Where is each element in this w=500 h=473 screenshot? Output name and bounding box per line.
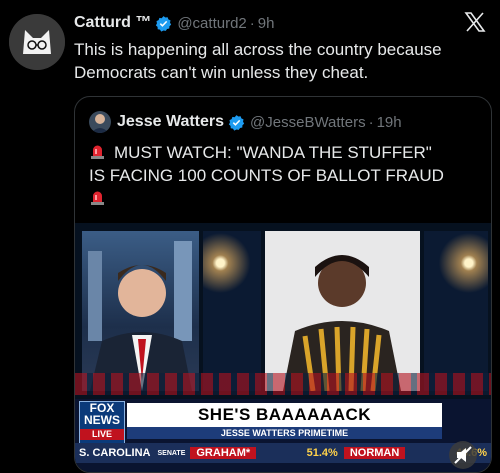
- tweet-header: Catturd ™ @catturd2 · 9h: [74, 12, 274, 34]
- studio-light-panel: [203, 231, 261, 391]
- show-name: JESSE WATTERS PRIMETIME: [127, 427, 442, 439]
- ticker-state: S. CAROLINA: [75, 447, 155, 459]
- author-handle[interactable]: @catturd2: [177, 15, 246, 32]
- quoted-author-name[interactable]: Jesse Watters: [117, 113, 224, 131]
- ticker-candidate-2: NORMAN: [343, 447, 406, 459]
- live-badge: LIVE: [80, 429, 124, 440]
- quoted-tweet-timestamp[interactable]: 19h: [377, 114, 402, 131]
- quoted-author-handle[interactable]: @JesseBWatters: [250, 114, 366, 131]
- logo-line-2: NEWS: [84, 413, 120, 427]
- election-ticker: S. CAROLINA SENATE GRAHAM* 51.4% NORMAN …: [75, 443, 491, 463]
- host-video-panel: [82, 231, 199, 391]
- author-name[interactable]: Catturd ™: [74, 14, 151, 32]
- quoted-tweet[interactable]: Jesse Watters @JesseBWatters · 19h MUST …: [74, 96, 492, 473]
- backdrop-stripes: [75, 373, 491, 395]
- author-avatar[interactable]: [9, 14, 65, 70]
- quoted-text-line-1: MUST WATCH: "WANDA THE STUFFER": [114, 143, 432, 162]
- tweet: Catturd ™ @catturd2 · 9h This is happeni…: [0, 0, 500, 473]
- police-light-icon: [89, 143, 106, 160]
- separator-dot: ·: [249, 14, 255, 32]
- ticker-candidate-1: GRAHAM*: [190, 447, 257, 459]
- ticker-pct-1: 51.4%: [306, 447, 338, 459]
- separator-dot: ·: [368, 113, 374, 131]
- mute-icon[interactable]: [449, 441, 477, 469]
- chyron-headline: SHE'S BAAAAAACK: [127, 403, 442, 427]
- tweet-text: This is happening all across the country…: [74, 40, 442, 82]
- quoted-text-line-2: IS FACING 100 COUNTS OF BALLOT FRAUD: [89, 166, 444, 185]
- tweet-timestamp[interactable]: 9h: [258, 15, 275, 32]
- verified-badge-icon: [155, 15, 172, 32]
- verified-badge-icon: [228, 114, 245, 131]
- x-logo-icon[interactable]: [463, 10, 487, 34]
- lower-third-graphic: FOX NEWS LIVE SHE'S BAAAAAACK JESSE WATT…: [75, 399, 491, 472]
- fox-news-logo: FOX NEWS LIVE: [79, 401, 125, 447]
- quoted-tweet-header: Jesse Watters @JesseBWatters · 19h: [89, 111, 402, 133]
- guest-video-panel: [265, 231, 420, 392]
- studio-light-panel: [424, 231, 488, 391]
- ticker-race: SENATE: [157, 449, 186, 457]
- quoted-tweet-text: MUST WATCH: "WANDA THE STUFFER" IS FACIN…: [89, 141, 479, 210]
- quoted-author-avatar[interactable]: [89, 111, 111, 133]
- video-player[interactable]: FOX NEWS LIVE SHE'S BAAAAAACK JESSE WATT…: [75, 223, 491, 472]
- police-light-icon: [89, 189, 106, 206]
